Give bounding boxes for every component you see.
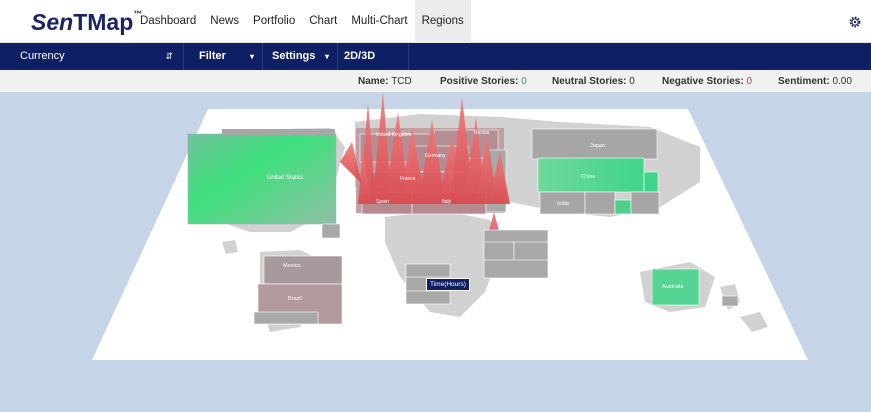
view-mode-toggle[interactable]: 2D/3D [339,43,409,70]
label-japan: Japan [590,143,605,149]
stat-positive: Positive Stories: 0 [440,76,527,87]
label-germany: Germany [425,153,446,159]
chevron-down-icon: ▾ [324,52,329,61]
label-uk: United Kingdom [376,132,412,138]
stat-negative: Negative Stories: 0 [662,76,753,87]
nav-news[interactable]: News [203,0,246,43]
label-mexico: Mexico [283,263,300,269]
label-italy: Italy [442,199,452,205]
toolbar: Currency ⇵ Filter ▾ Settings ▾ 2D/3D [0,43,871,70]
time-hours-tooltip: Time(Hours) [426,278,470,291]
app-logo[interactable]: SenTMap™ [31,9,142,36]
label-australia: Australia [662,284,684,290]
updown-icon: ⇵ [165,51,173,61]
filter-dropdown[interactable]: Filter ▾ [185,43,263,70]
label-china: China [581,174,596,180]
nav-multi-chart[interactable]: Multi-Chart [344,0,414,43]
region-central-america [321,223,341,239]
nav-portfolio[interactable]: Portfolio [246,0,302,43]
region-middle-east [483,229,549,279]
world-map[interactable]: United States United Kingdom Russia Germ… [0,92,871,412]
label-usa: United States [267,175,303,181]
nav-menu: Dashboard News Portfolio Chart Multi-Cha… [133,0,471,43]
settings-dropdown[interactable]: Settings ▾ [264,43,338,70]
region-asia [531,128,660,215]
top-navigation: SenTMap™ Dashboard News Portfolio Chart … [0,0,871,43]
stat-sentiment: Sentiment: 0.00 [778,76,852,87]
nav-dashboard[interactable]: Dashboard [133,0,203,43]
nav-regions[interactable]: Regions [414,0,471,43]
label-india: India [557,201,570,207]
nav-chart[interactable]: Chart [302,0,344,43]
label-spain: Spain [376,199,389,205]
chevron-down-icon: ▾ [249,52,254,61]
region-usa [187,133,337,225]
map-area[interactable]: United States United Kingdom Russia Germ… [0,92,871,412]
label-russia: Russia [474,130,490,136]
label-france: France [400,176,416,182]
stats-bar: Name: TCD Positive Stories: 0 Neutral St… [0,70,871,92]
stat-name: Name: TCD [358,76,412,87]
currency-select[interactable]: Currency ⇵ [12,43,184,70]
label-brazil: Brazil [288,296,302,302]
stat-neutral: Neutral Stories: 0 [552,76,635,87]
gear-icon[interactable] [848,15,862,29]
